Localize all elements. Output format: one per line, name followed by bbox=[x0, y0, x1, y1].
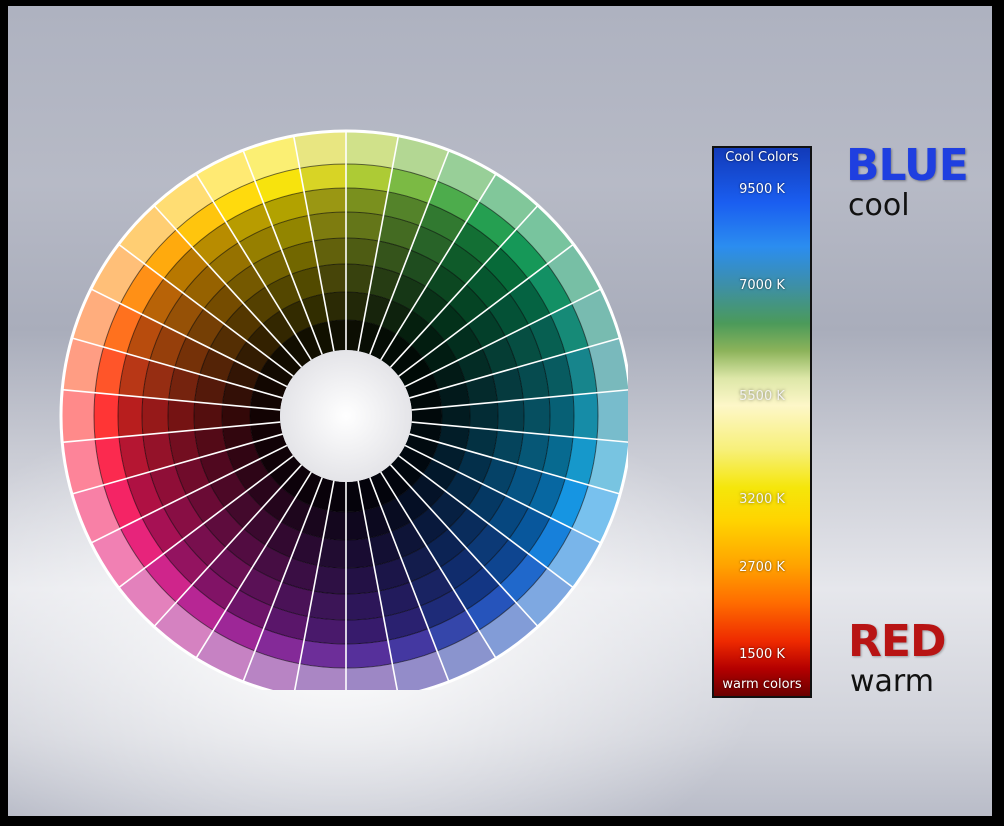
wheel-cell bbox=[168, 399, 195, 433]
tick-1500k: 1500 K bbox=[739, 647, 785, 662]
wheel-cell bbox=[61, 389, 96, 443]
tick-9500k: 9500 K bbox=[739, 182, 785, 197]
color-temperature-bar: Cool Colors 9500 K 7000 K 5500 K 3200 K … bbox=[712, 146, 812, 698]
cool-colors-label: Cool Colors bbox=[725, 150, 799, 165]
wheel-cell bbox=[549, 394, 574, 438]
wheel-cell bbox=[346, 131, 399, 169]
wheel-cell bbox=[94, 392, 119, 440]
tick-3200k: 3200 K bbox=[739, 492, 785, 507]
wheel-cell bbox=[304, 188, 346, 216]
wheel-cell bbox=[441, 404, 470, 428]
wheel-cell bbox=[293, 131, 346, 169]
wheel-cell bbox=[346, 565, 379, 594]
tick-7000k: 7000 K bbox=[739, 278, 785, 293]
wheel-cell bbox=[308, 212, 346, 242]
wheel-cell bbox=[523, 397, 550, 435]
blue-heading: BLUE bbox=[846, 140, 969, 191]
wheel-cell bbox=[117, 394, 143, 438]
wheel-center-hole bbox=[280, 350, 412, 482]
wheel-cell bbox=[308, 590, 346, 620]
wheel-cell bbox=[469, 401, 498, 431]
wheel-cell bbox=[346, 212, 384, 242]
warm-subheading: warm bbox=[850, 664, 934, 699]
wheel-cell bbox=[313, 565, 346, 594]
wheel-cell bbox=[497, 399, 524, 433]
wheel-cell bbox=[221, 404, 251, 428]
wheel-cell bbox=[313, 238, 346, 267]
red-heading: RED bbox=[848, 616, 946, 667]
tick-5500k: 5500 K bbox=[739, 389, 785, 404]
wheel-cell bbox=[193, 401, 223, 431]
wheel-cell bbox=[346, 188, 388, 216]
wheel-cell bbox=[346, 238, 379, 267]
cool-subheading: cool bbox=[848, 188, 910, 223]
wheel-cell bbox=[346, 616, 388, 644]
slide-canvas: Cool Colors 9500 K 7000 K 5500 K 3200 K … bbox=[8, 6, 992, 816]
color-wheel bbox=[59, 129, 628, 690]
wheel-cell bbox=[304, 616, 346, 644]
wheel-cell bbox=[573, 392, 598, 440]
tick-2700k: 2700 K bbox=[739, 560, 785, 575]
wheel-cell bbox=[346, 590, 384, 620]
wheel-cell bbox=[596, 389, 628, 443]
wheel-cell bbox=[142, 397, 169, 435]
warm-colors-label: warm colors bbox=[722, 677, 802, 692]
